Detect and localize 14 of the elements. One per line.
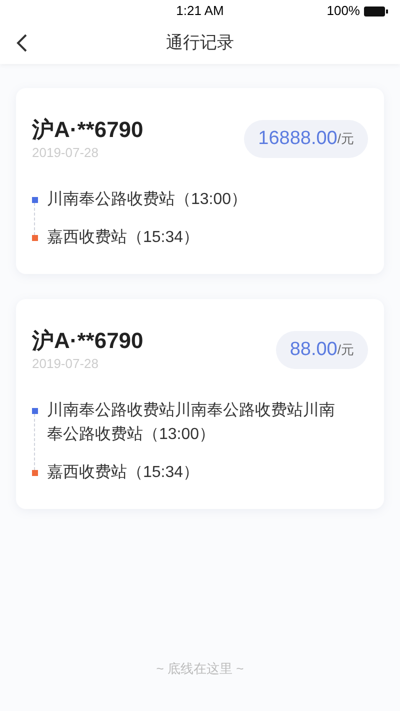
station-text: 川南奉公路收费站（13:00） — [47, 190, 248, 210]
status-time: 1:21 AM — [176, 2, 224, 20]
amount-badge: 16888.00/元 — [244, 120, 368, 158]
end-of-list-text: ~ 底线在这里 ~ — [156, 661, 244, 676]
amount-badge: 88.00/元 — [276, 331, 368, 369]
plate-number: 沪A·**6790 — [32, 327, 144, 355]
plate-number: 沪A·**6790 — [32, 116, 144, 144]
station-text: 川南奉公路收费站川南奉公路收费站川南奉公路收费站（13:00） — [47, 400, 336, 445]
station-text: 嘉西收费站（15:34） — [47, 228, 200, 248]
battery-level: 100% — [326, 2, 360, 20]
battery-icon — [364, 6, 388, 16]
page-title: 通行记录 — [166, 33, 234, 52]
station-text: 嘉西收费站（15:34） — [47, 462, 200, 483]
back-icon — [16, 33, 28, 53]
